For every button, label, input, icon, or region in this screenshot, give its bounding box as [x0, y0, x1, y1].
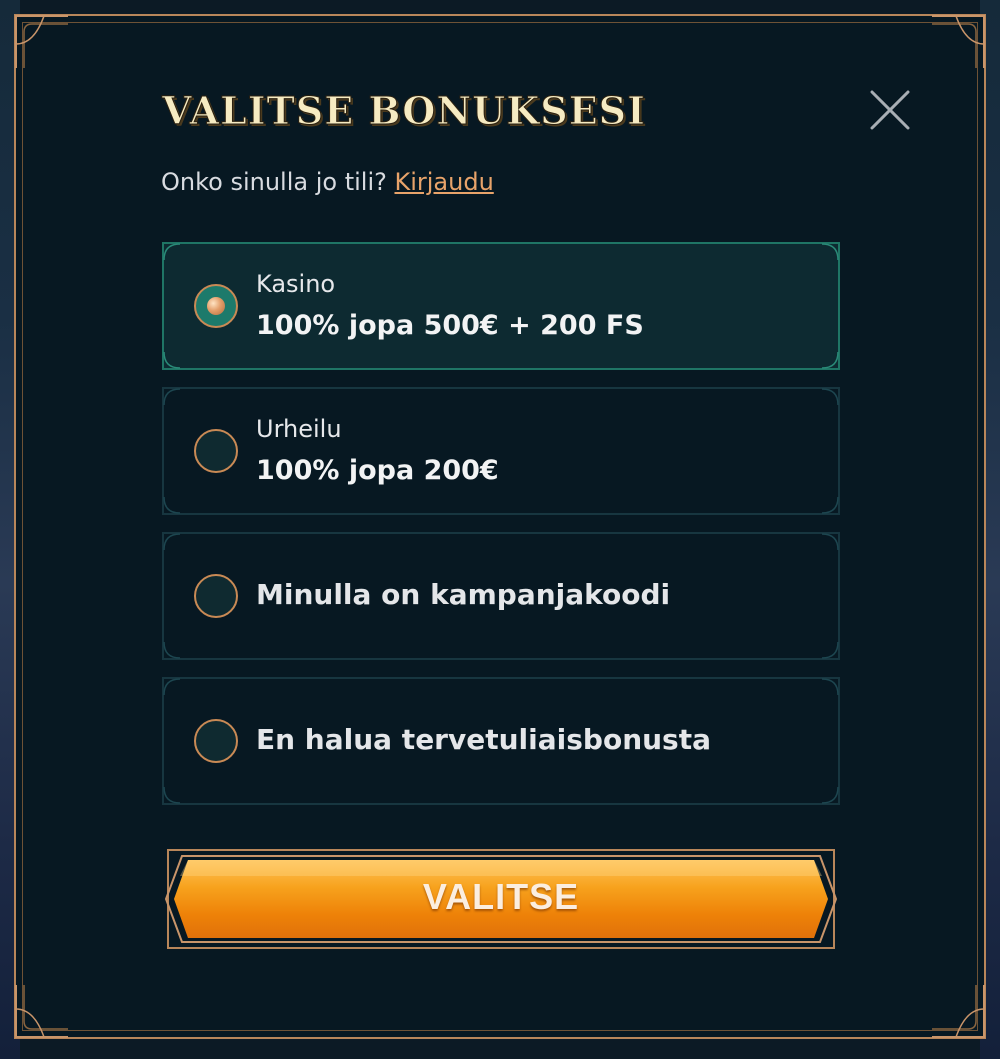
option-corner-icon	[821, 641, 839, 659]
option-corner-icon	[163, 243, 181, 261]
option-label: Urheilu	[256, 415, 342, 443]
bonus-option-promo-code[interactable]: Minulla on kampanjakoodi	[162, 532, 840, 660]
option-corner-icon	[821, 388, 839, 406]
login-link[interactable]: Kirjaudu	[394, 168, 493, 196]
corner-ornament-icon	[15, 985, 68, 1038]
option-value: 100% jopa 200€	[256, 455, 499, 486]
bonus-option-casino[interactable]: Kasino 100% jopa 500€ + 200 FS	[162, 242, 840, 370]
option-corner-icon	[163, 641, 181, 659]
option-corner-icon	[821, 243, 839, 261]
option-corner-icon	[163, 533, 181, 551]
option-label: Minulla on kampanjakoodi	[256, 578, 671, 611]
option-value: 100% jopa 500€ + 200 FS	[256, 310, 644, 341]
bonus-option-sports[interactable]: Urheilu 100% jopa 200€	[162, 387, 840, 515]
close-button[interactable]	[868, 88, 912, 132]
option-corner-icon	[821, 496, 839, 514]
option-corner-icon	[163, 351, 181, 369]
option-label: Kasino	[256, 270, 336, 298]
option-corner-icon	[821, 533, 839, 551]
option-corner-icon	[163, 786, 181, 804]
login-prompt: Onko sinulla jo tili? Kirjaudu	[161, 168, 494, 196]
select-bonus-button[interactable]: VALITSE	[162, 846, 840, 952]
radio-button[interactable]	[194, 719, 238, 763]
select-button-label: VALITSE	[422, 876, 580, 917]
option-corner-icon	[163, 678, 181, 696]
close-icon	[870, 90, 910, 130]
radio-button[interactable]	[194, 429, 238, 473]
bonus-option-no-bonus[interactable]: En halua tervetuliaisbonusta	[162, 677, 840, 805]
option-corner-icon	[163, 388, 181, 406]
modal-title: VALITSE BONUKSESI	[162, 88, 646, 134]
corner-ornament-icon	[932, 985, 985, 1038]
corner-ornament-icon	[15, 15, 68, 68]
bonus-modal: VALITSE BONUKSESI Onko sinulla jo tili? …	[14, 14, 986, 1039]
option-corner-icon	[163, 496, 181, 514]
radio-button[interactable]	[194, 574, 238, 618]
option-corner-icon	[821, 678, 839, 696]
corner-ornament-icon	[932, 15, 985, 68]
option-corner-icon	[821, 786, 839, 804]
radio-button-checked[interactable]	[194, 284, 238, 328]
option-label: En halua tervetuliaisbonusta	[256, 723, 711, 756]
option-corner-icon	[821, 351, 839, 369]
login-prompt-text: Onko sinulla jo tili?	[161, 168, 395, 196]
